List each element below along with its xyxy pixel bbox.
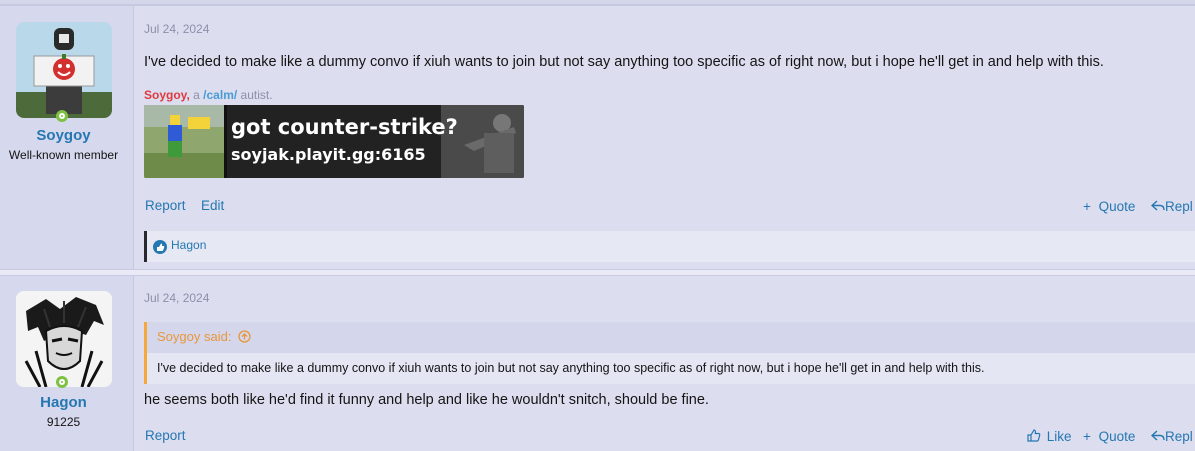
reply-label: Repl xyxy=(1165,199,1193,214)
like-button[interactable]: Like xyxy=(1027,429,1072,444)
jump-to-quote-icon[interactable] xyxy=(238,330,251,343)
signature-name: Soygoy, xyxy=(144,88,190,102)
reply-label: Repl xyxy=(1165,429,1193,444)
signature-board-link[interactable]: /calm/ xyxy=(203,88,237,102)
quote-label: Quote xyxy=(1098,199,1136,214)
post-date[interactable]: Jul 24, 2024 xyxy=(144,22,209,36)
signature-text: Soygoy, a /calm/ autist. xyxy=(144,88,273,102)
like-label: Like xyxy=(1046,429,1072,444)
signature-banner[interactable]: got counter-strike? soyjak.playit.gg:616… xyxy=(144,105,524,178)
post-message: he seems both like he'd find it funny an… xyxy=(144,392,709,408)
quote-text: I've decided to make like a dummy convo … xyxy=(157,361,985,375)
username[interactable]: Soygoy xyxy=(0,127,127,144)
avatar[interactable] xyxy=(16,291,112,387)
user-title: 91225 xyxy=(46,415,81,429)
quote-attribution[interactable]: Soygoy said: xyxy=(157,329,251,344)
online-status-icon xyxy=(56,376,68,388)
user-title: Well-known member xyxy=(8,148,119,162)
reactions-bar: Hagon xyxy=(144,231,1195,262)
post-soygoy: Soygoy Well-known member Jul 24, 2024 I'… xyxy=(0,5,1195,270)
avatar[interactable] xyxy=(16,22,112,118)
username[interactable]: Hagon xyxy=(0,394,127,411)
quote-content: I've decided to make like a dummy convo … xyxy=(147,353,1195,384)
avatar-image xyxy=(16,22,112,118)
report-button[interactable]: Report xyxy=(145,428,186,443)
post-hagon: Hagon 91225 Jul 24, 2024 Soygoy said: I'… xyxy=(0,275,1195,451)
quote-button[interactable]: + Quote xyxy=(1083,199,1135,214)
post-date[interactable]: Jul 24, 2024 xyxy=(144,291,209,305)
online-status-icon xyxy=(56,110,68,122)
quote-author: Soygoy said: xyxy=(157,329,232,344)
reply-icon xyxy=(1150,430,1165,441)
like-reaction-icon xyxy=(153,240,167,254)
edit-button[interactable]: Edit xyxy=(201,198,224,213)
reply-button[interactable]: Repl xyxy=(1150,199,1193,214)
plus-icon: + xyxy=(1083,429,1091,444)
plus-icon: + xyxy=(1083,199,1091,214)
reply-icon xyxy=(1150,200,1165,211)
avatar-image xyxy=(16,291,112,387)
banner-line-1: got counter-strike? xyxy=(231,115,458,139)
report-button[interactable]: Report xyxy=(145,198,186,213)
reaction-users[interactable]: Hagon xyxy=(171,238,206,252)
quote-block: Soygoy said: I've decided to make like a… xyxy=(144,322,1195,384)
banner-line-2: soyjak.playit.gg:6165 xyxy=(231,145,426,164)
reply-button[interactable]: Repl xyxy=(1150,429,1193,444)
user-cell: Soygoy Well-known member xyxy=(0,6,134,269)
signature-article: a xyxy=(193,88,200,102)
signature-suffix: autist. xyxy=(240,88,273,102)
thumbs-up-icon xyxy=(1027,429,1041,442)
quote-label: Quote xyxy=(1098,429,1136,444)
user-cell: Hagon 91225 xyxy=(0,276,134,451)
post-message: I've decided to make like a dummy convo … xyxy=(144,54,1104,70)
quote-button[interactable]: + Quote xyxy=(1083,429,1135,444)
